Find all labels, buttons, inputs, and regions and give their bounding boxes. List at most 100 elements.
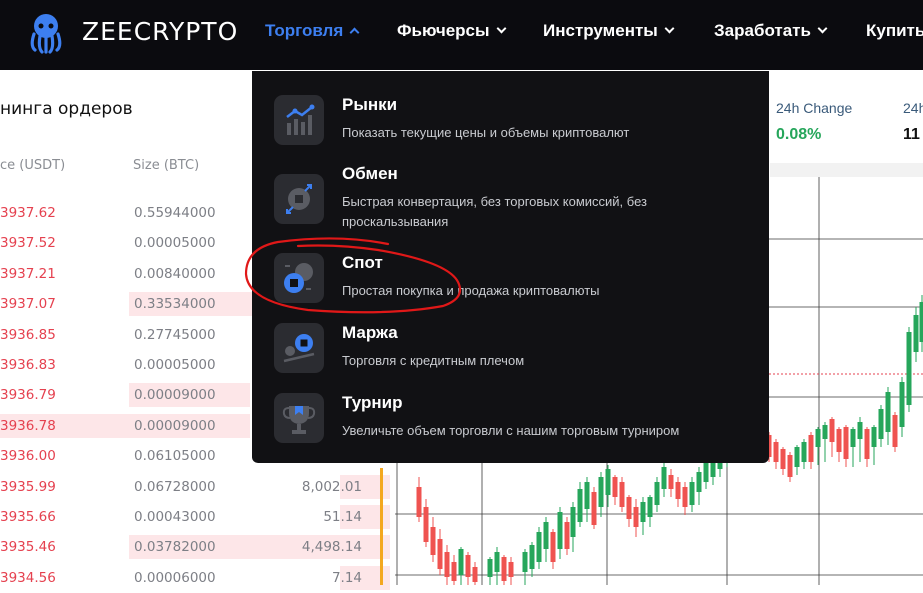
order-price: 3936.78 (0, 418, 56, 434)
order-size: 0.06105000 (134, 448, 216, 464)
menu-item-tournament[interactable]: Турнир Увеличьте объем торговли с нашим … (274, 393, 754, 453)
candle-body (613, 477, 618, 497)
candle-body (858, 422, 863, 439)
order-book-row[interactable]: 3934.560.000060007.14 (0, 563, 390, 593)
candle-body (893, 415, 898, 447)
order-book-row[interactable]: 3935.99 0.06728000 8,002.01 (0, 472, 390, 502)
nav-futures-label: Фьючерсы (397, 21, 490, 40)
candle-body (704, 462, 709, 482)
order-size: 0.33534000 (134, 296, 216, 312)
order-size: 0.00009000 (134, 418, 216, 434)
candle-body (530, 545, 535, 569)
candle-body (606, 469, 611, 495)
candle-body (578, 489, 583, 522)
candle-body (544, 522, 549, 549)
order-price: 3935.99 (0, 479, 56, 495)
change-value: 0.08% (776, 126, 821, 144)
order-book-title: нинга ордеров (0, 99, 133, 119)
spot-coin-icon (274, 253, 324, 303)
order-size: 0.06728000 (134, 479, 216, 495)
candle-body (592, 492, 597, 525)
order-total: 7.14 (332, 570, 362, 586)
candle-body (523, 552, 528, 572)
exchange-icon (274, 174, 324, 224)
candle-body (452, 562, 457, 581)
candle-body (837, 429, 842, 452)
order-price: 3935.66 (0, 509, 56, 525)
order-price: 3937.62 (0, 205, 56, 221)
nav-earn-label: Заработать (714, 21, 811, 40)
candle-body (648, 497, 653, 517)
candle-body (830, 419, 835, 442)
nav-buy[interactable]: Купить (866, 21, 923, 41)
candle-body (914, 315, 919, 352)
margin-scale-icon (274, 323, 324, 373)
menu-item-margin[interactable]: Маржа Торговля с кредитным плечом (274, 323, 754, 383)
change-label: 24h Change (776, 100, 852, 116)
candle-body (537, 532, 542, 562)
candle-body (473, 567, 478, 582)
candle-body (488, 559, 493, 577)
nav-trading[interactable]: Торговля (265, 21, 358, 41)
nav-tools-label: Инструменты (543, 21, 658, 40)
candle-body (585, 482, 590, 509)
menu-item-title: Маржа (342, 323, 398, 343)
order-size: 0.00005000 (134, 357, 216, 373)
menu-item-title: Обмен (342, 164, 398, 184)
nav-earn[interactable]: Заработать (714, 21, 826, 41)
order-price: 3937.21 (0, 266, 56, 282)
candle-body (502, 557, 507, 581)
candle-body (641, 502, 646, 522)
order-price: 3934.56 (0, 570, 56, 586)
order-price: 3935.46 (0, 539, 56, 555)
menu-item-spot[interactable]: Спот Простая покупка и продажа криптовал… (274, 253, 754, 313)
menu-item-exchange[interactable]: Обмен Быстрая конвертация, без торговых … (274, 164, 754, 224)
candle-body (431, 527, 436, 555)
order-price: 3936.83 (0, 357, 56, 373)
order-book-row[interactable]: 3935.46 0.03782000 4,498.14 (0, 532, 390, 562)
order-total: 4,498.14 (302, 539, 362, 555)
candle-body (424, 507, 429, 542)
nav-trading-label: Торговля (265, 21, 343, 40)
chevron-down-icon (664, 24, 674, 34)
trading-dropdown-menu: Рынки Показать текущие цены и объемы кри… (252, 71, 769, 463)
candle-body (781, 449, 786, 469)
chart-toolbar (770, 163, 923, 177)
menu-item-desc: Увеличьте объем торговли с нашим торговы… (342, 421, 752, 441)
order-price: 3937.52 (0, 235, 56, 251)
candle-body (697, 472, 702, 492)
price-column-header: ce (USDT) (0, 158, 65, 173)
candle-body (634, 507, 639, 527)
candle-body (886, 392, 891, 432)
candle-body (900, 382, 905, 427)
order-size: 0.03782000 (134, 539, 216, 555)
trophy-icon (274, 393, 324, 443)
order-price: 3937.07 (0, 296, 56, 312)
nav-futures[interactable]: Фьючерсы (397, 21, 505, 41)
candle-body (690, 482, 695, 505)
order-price: 3936.85 (0, 327, 56, 343)
candle-body (599, 477, 604, 507)
order-price: 3936.00 (0, 448, 56, 464)
order-book-row[interactable]: 3935.660.0004300051.14 (0, 502, 390, 532)
candle-body (788, 455, 793, 477)
octopus-logo-icon[interactable] (26, 12, 66, 54)
candle-body (920, 302, 923, 342)
order-size: 0.00043000 (134, 509, 216, 525)
menu-item-title: Рынки (342, 95, 397, 115)
candle-body (565, 522, 570, 549)
chevron-down-icon (818, 24, 828, 34)
candle-body (844, 427, 849, 459)
menu-item-markets[interactable]: Рынки Показать текущие цены и объемы кри… (274, 95, 754, 155)
candle-body (676, 482, 681, 499)
order-total: 8,002.01 (302, 479, 362, 495)
order-size: 0.00840000 (134, 266, 216, 282)
candle-body (495, 552, 500, 572)
brand-name[interactable]: ZEECRYPTO (82, 17, 238, 46)
nav-tools[interactable]: Инструменты (543, 21, 673, 41)
candle-body (802, 442, 807, 462)
candle-body (558, 512, 563, 549)
candle-body (417, 487, 422, 517)
menu-item-desc: Торговля с кредитным плечом (342, 351, 752, 371)
candle-body (459, 549, 464, 575)
